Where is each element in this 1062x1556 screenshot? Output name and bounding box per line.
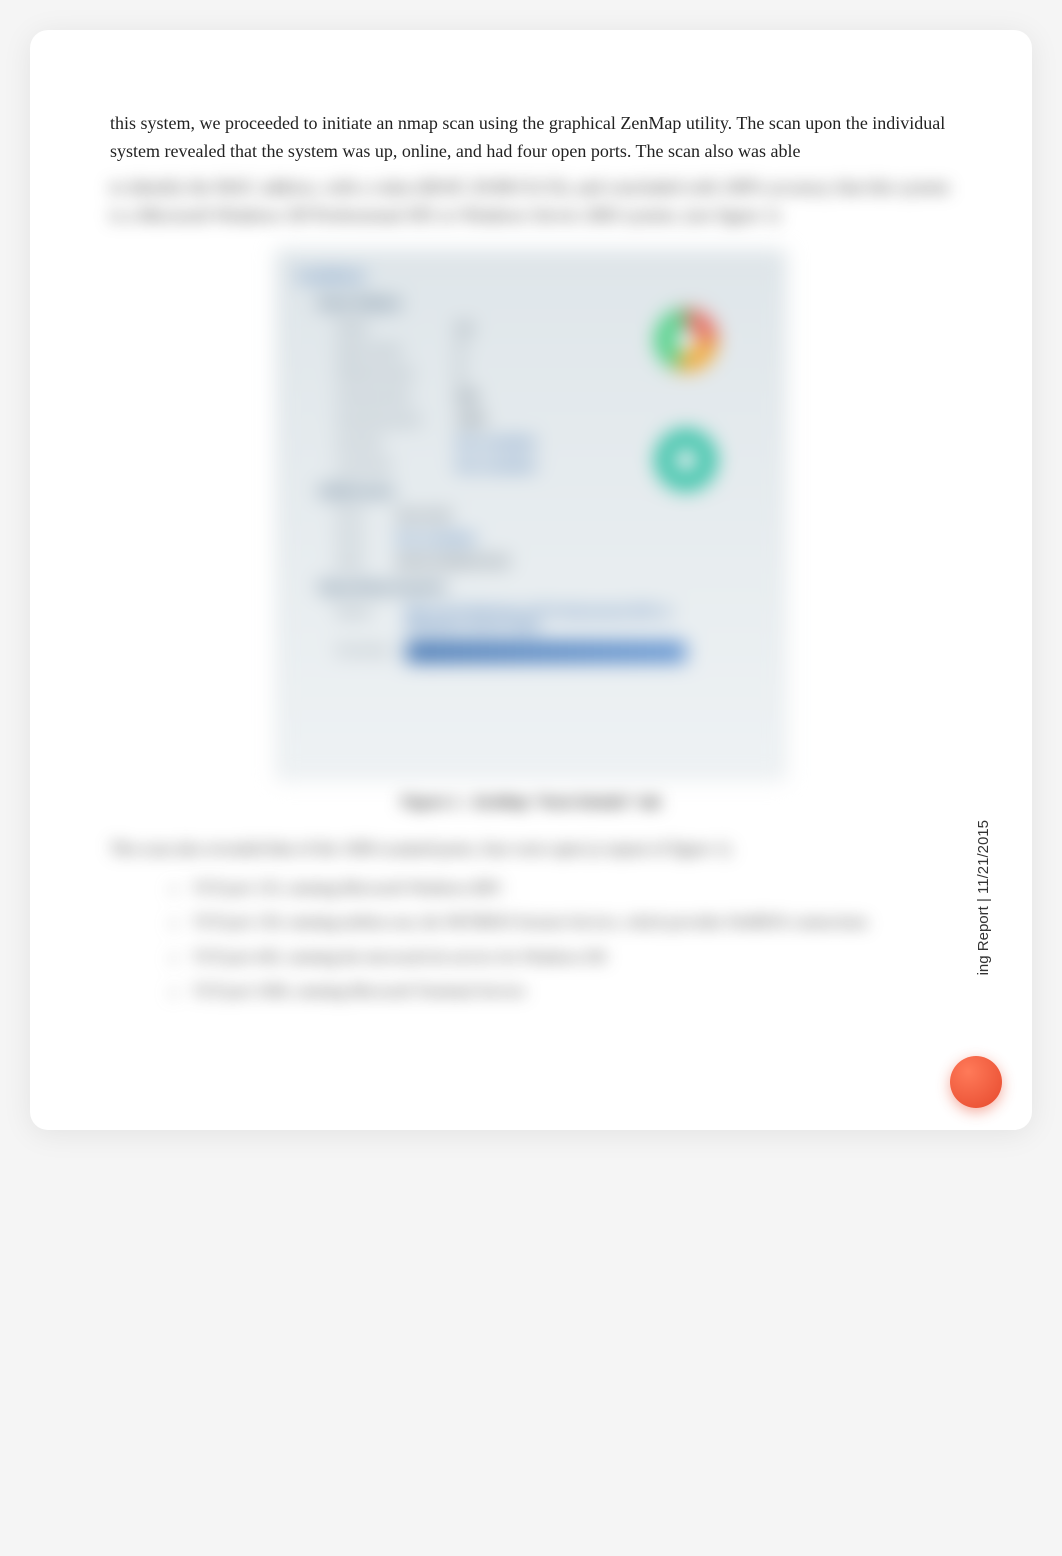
bullet-marker: a: [170, 943, 177, 973]
status-label: Closed ports:: [336, 389, 456, 404]
list-item: a TCP port 445, running the microsoft-ds …: [170, 943, 952, 973]
address-label: IPv4:: [336, 508, 396, 523]
bullet-text: TCP port 3306, running Microsoft Termina…: [193, 977, 526, 1007]
address-label: MAC:: [336, 554, 396, 569]
host-status-title: Host Status: [318, 295, 764, 312]
os-name-label: Name:: [336, 604, 406, 634]
body-paragraph-blurred: to identify the MAC address, with a valu…: [110, 174, 952, 230]
side-report-label: ing Report | 11/21/2015: [975, 820, 992, 975]
address-row: IPv4:10.1.0.10: [336, 508, 764, 523]
status-label: Scanned ports:: [336, 412, 456, 427]
address-row: MAC:00:0C:29:88:C6:33: [336, 554, 764, 569]
list-item: a TCP port 139, running netbios-ssn, the …: [170, 908, 952, 938]
bullet-text: TCP port 139, running netbios-ssn, the N…: [193, 908, 867, 938]
bullet-marker: a: [170, 908, 177, 938]
address-value: 10.1.0.10: [396, 508, 450, 523]
port-status-donut-icon: [656, 310, 716, 370]
chat-fab-button[interactable]: [950, 1056, 1002, 1108]
bullet-list: a TCP port 135, running Microsoft Windows…: [170, 874, 952, 1008]
status-label: Last boot:: [336, 458, 456, 473]
list-item: a TCP port 3306, running Microsoft Termin…: [170, 977, 952, 1007]
os-name-value: Microsoft Windows XP Professional SP2 or…: [406, 604, 706, 634]
address-label: IPv6:: [336, 531, 396, 546]
body-paragraph-visible: this system, we proceeded to initiate an…: [110, 110, 952, 166]
address-value: Not available: [396, 531, 476, 546]
status-value: 4: [456, 343, 463, 358]
summary-line: The scan also revealed that of the 1000 …: [110, 835, 952, 862]
status-row: Closed ports:996: [336, 389, 764, 404]
status-label: Up time:: [336, 435, 456, 450]
bullet-marker: a: [170, 977, 177, 1007]
status-row: Filtered ports:0: [336, 366, 764, 381]
status-label: State:: [336, 320, 456, 335]
status-label: Open ports:: [336, 343, 456, 358]
address-row: IPv6:Not available: [336, 531, 764, 546]
bullet-marker: a: [170, 874, 177, 904]
bullet-text: TCP port 135, running Microsoft Windows …: [193, 874, 503, 904]
status-value: 1000: [456, 412, 485, 427]
os-accuracy-label: Accuracy:: [336, 642, 406, 662]
status-value: Not available: [456, 435, 536, 450]
status-label: Filtered ports:: [336, 366, 456, 381]
status-value: 0: [456, 366, 463, 381]
status-value: 996: [456, 389, 478, 404]
scan-top-label: localhost: [298, 268, 764, 285]
status-value: Not available: [456, 458, 536, 473]
zenmap-screenshot: localhost Host Status State:up Open port…: [276, 250, 786, 780]
document-page: this system, we proceeded to initiate an…: [30, 30, 1032, 1130]
status-value: up: [456, 320, 472, 335]
bullet-text: TCP port 445, running the microsoft-ds s…: [193, 943, 607, 973]
list-item: a TCP port 135, running Microsoft Windows…: [170, 874, 952, 904]
status-row: Scanned ports:1000: [336, 412, 764, 427]
os-title: Operating System: [318, 579, 764, 596]
address-value: 00:0C:29:88:C6:33: [396, 554, 509, 569]
os-row: Name:Microsoft Windows XP Professional S…: [336, 604, 764, 634]
os-accuracy-bar: [406, 642, 686, 662]
uptime-donut-icon: [656, 430, 716, 490]
os-row: Accuracy:: [336, 642, 764, 662]
figure-caption: Figure 1 - ZenMap "Host Details" tab: [110, 794, 952, 811]
